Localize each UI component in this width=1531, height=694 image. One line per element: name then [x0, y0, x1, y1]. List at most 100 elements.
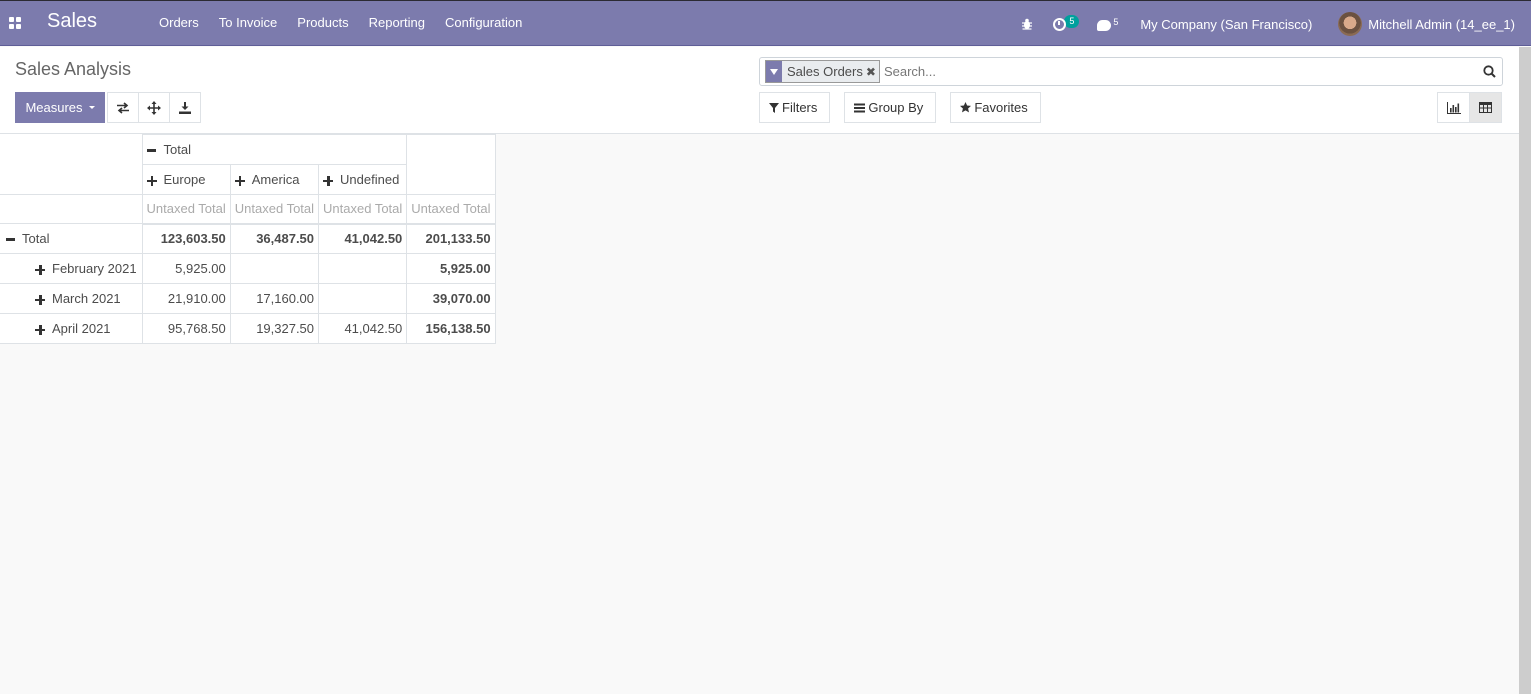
cell[interactable]: 95,768.50 [141, 313, 231, 344]
avatar [1338, 12, 1363, 36]
filter-icon [769, 102, 779, 113]
table-icon [1479, 102, 1492, 113]
menu-configuration[interactable]: Configuration [435, 15, 532, 30]
filters-button[interactable]: Filters [759, 92, 831, 123]
row-total-cell[interactable]: 39,070.00 [406, 283, 496, 314]
pivot-corner [0, 134, 143, 195]
cell[interactable]: 41,042.50 [318, 313, 408, 344]
filters-label: Filters [782, 100, 818, 115]
row-header-label: March 2021 [52, 291, 121, 306]
company-switcher[interactable]: My Company (San Francisco) [1140, 17, 1312, 32]
row-header-label: April 2021 [52, 321, 111, 336]
debug-button[interactable] [1021, 18, 1053, 30]
table-row: February 2021 5,925.00 5,925.00 [0, 253, 496, 284]
measure-header[interactable]: Untaxed Total [229, 194, 320, 225]
filter-icon [766, 61, 782, 82]
star-icon [960, 102, 972, 113]
group-by-label: Group By [868, 100, 924, 115]
facet-remove-icon[interactable]: ✖ [866, 61, 879, 82]
measure-header[interactable]: Untaxed Total [406, 194, 496, 225]
expand-icon [234, 175, 245, 186]
download-icon [179, 101, 191, 114]
row-header-total[interactable]: Total [0, 223, 143, 254]
row-total-cell[interactable]: 5,925.00 [406, 253, 496, 284]
view-switcher [1437, 92, 1502, 123]
cell[interactable]: 5,925.00 [141, 253, 231, 284]
measure-header[interactable]: Untaxed Total [318, 194, 408, 225]
row-header[interactable]: February 2021 [0, 253, 143, 284]
cell[interactable]: 17,160.00 [229, 283, 320, 314]
search-input[interactable] [883, 59, 1502, 84]
expand-all-button[interactable] [138, 92, 170, 123]
menu-orders[interactable]: Orders [149, 15, 209, 30]
pivot-view-button[interactable] [1469, 92, 1502, 123]
app-brand[interactable]: Sales [47, 10, 97, 33]
measures-button[interactable]: Measures [15, 92, 105, 123]
user-name: Mitchell Admin (14_ee_1) [1368, 16, 1515, 32]
expand-icon [35, 324, 45, 335]
bars-icon [854, 103, 866, 112]
user-menu[interactable]: Mitchell Admin (14_ee_1) [1338, 12, 1515, 36]
cell[interactable]: 19,327.50 [229, 313, 320, 344]
menu-products[interactable]: Products [287, 15, 358, 30]
col-header-label: Undefined [340, 172, 400, 187]
cell[interactable]: 21,910.00 [141, 283, 231, 314]
apps-menu-icon[interactable] [9, 17, 21, 29]
col-header-america[interactable]: America [229, 164, 320, 195]
row-total-cell[interactable]: 156,138.50 [406, 313, 496, 344]
search-facet: Sales Orders ✖ [765, 60, 880, 83]
cell[interactable] [229, 253, 320, 284]
favorites-button[interactable]: Favorites [950, 92, 1041, 123]
search-bar: Sales Orders ✖ [759, 57, 1503, 86]
cell[interactable] [318, 283, 408, 314]
col-header-total-label: Total [163, 142, 191, 157]
activity-count-badge: 5 [1064, 14, 1080, 28]
menu-reporting[interactable]: Reporting [359, 15, 435, 30]
chat-icon [1097, 20, 1112, 31]
flip-axis-button[interactable] [107, 92, 139, 123]
message-count: 5 [1113, 17, 1119, 27]
breadcrumb: Sales Analysis [15, 59, 132, 79]
main-menu: Orders To Invoice Products Reporting Con… [149, 15, 532, 30]
search-options: Filters Group By Favorites [759, 92, 1055, 123]
top-navbar: Sales Orders To Invoice Products Reporti… [0, 0, 1531, 46]
activities-button[interactable]: 5 [1053, 14, 1080, 31]
cell[interactable]: 36,487.50 [229, 223, 320, 254]
expand-icon [35, 294, 45, 305]
col-header-total-spacer [406, 134, 496, 195]
group-by-button[interactable]: Group By [844, 92, 937, 123]
search-icon[interactable] [1483, 65, 1496, 78]
col-header-label: America [251, 172, 300, 187]
table-row: March 2021 21,910.00 17,160.00 39,070.00 [0, 283, 496, 314]
favorites-label: Favorites [974, 100, 1028, 115]
col-header-total[interactable]: Total [141, 134, 408, 165]
cell[interactable] [318, 253, 408, 284]
caret-down-icon [88, 106, 95, 109]
expand-icon [146, 175, 157, 186]
bug-icon [1022, 18, 1033, 30]
row-header[interactable]: March 2021 [0, 283, 143, 314]
measures-label: Measures [25, 100, 83, 115]
col-header-undefined[interactable]: Undefined [318, 164, 408, 195]
download-button[interactable] [169, 92, 201, 123]
collapse-icon [5, 231, 15, 246]
graph-view-button[interactable] [1437, 92, 1470, 123]
table-row-total: Total 123,603.50 36,487.50 41,042.50 201… [0, 223, 496, 254]
exchange-icon [117, 101, 129, 114]
pivot-table: Total Europe America Undefined Untaxed T… [0, 134, 496, 344]
vertical-scrollbar[interactable] [1519, 47, 1531, 694]
messages-button[interactable]: 5 [1097, 17, 1118, 31]
table-row: April 2021 95,768.50 19,327.50 41,042.50… [0, 313, 496, 344]
row-total-cell[interactable]: 201,133.50 [406, 223, 496, 254]
cell[interactable]: 41,042.50 [318, 223, 408, 254]
expand-icon [35, 264, 45, 275]
measure-row-spacer [0, 194, 143, 224]
collapse-icon [147, 142, 157, 157]
col-header-europe[interactable]: Europe [141, 164, 231, 195]
menu-to-invoice[interactable]: To Invoice [209, 15, 288, 30]
expand-icon [323, 175, 334, 186]
systray: 5 5 My Company (San Francisco) Mitchell … [1021, 1, 1515, 47]
measure-header[interactable]: Untaxed Total [141, 194, 231, 225]
cell[interactable]: 123,603.50 [141, 223, 231, 254]
row-header[interactable]: April 2021 [0, 313, 143, 344]
